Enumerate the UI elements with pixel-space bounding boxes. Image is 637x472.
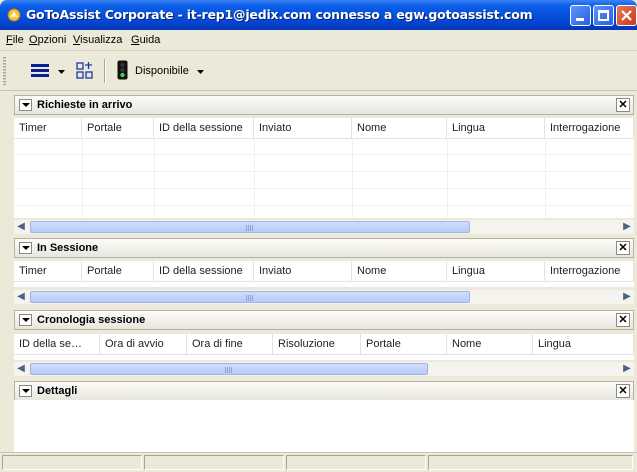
panel-close-button[interactable]: ✕: [616, 241, 630, 255]
column-header[interactable]: Portale: [82, 118, 154, 138]
toolbar: Disponibile: [0, 51, 637, 91]
title-bar[interactable]: GoToAssist Corporate - it-rep1@jedix.com…: [0, 0, 637, 30]
session-history-header: Cronologia sessione ✕: [14, 310, 634, 330]
horizontal-scrollbar[interactable]: ◀ ▶: [14, 220, 634, 234]
status-segment: [144, 455, 284, 470]
menu-file[interactable]: File: [6, 34, 24, 46]
toolbar-separator: [104, 59, 106, 83]
column-header[interactable]: Portale: [361, 334, 447, 354]
panel-title: In Sessione: [37, 242, 99, 254]
column-header[interactable]: Ora di fine: [187, 334, 273, 354]
column-header[interactable]: Nome: [447, 334, 533, 354]
column-header[interactable]: Interrogazione: [545, 118, 634, 138]
column-header[interactable]: Timer: [14, 118, 82, 138]
collapse-toggle-button[interactable]: [19, 99, 32, 111]
column-header[interactable]: Nome: [352, 118, 447, 138]
column-header[interactable]: Risoluzione: [273, 334, 361, 354]
column-header[interactable]: Lingua: [447, 261, 545, 281]
status-bar: [0, 452, 637, 472]
column-header[interactable]: Lingua: [533, 334, 634, 354]
column-headers: Timer Portale ID della sessione Inviato …: [14, 261, 634, 282]
queue-settings-icon[interactable]: [76, 62, 94, 80]
scroll-right-icon[interactable]: ▶: [620, 362, 634, 376]
close-icon: [621, 10, 632, 21]
in-session-grid: Timer Portale ID della sessione Inviato …: [14, 261, 634, 287]
column-header[interactable]: Portale: [82, 261, 154, 281]
status-segment: [286, 455, 426, 470]
toolbar-grip[interactable]: [3, 57, 6, 85]
status-segment: [428, 455, 633, 470]
incoming-requests-grid: Timer Portale ID della sessione Inviato …: [14, 118, 634, 218]
scroll-right-icon[interactable]: ▶: [620, 290, 634, 304]
panel-title: Dettagli: [37, 385, 78, 397]
status-segment: [2, 455, 142, 470]
incoming-requests-header: Richieste in arrivo ✕: [14, 95, 634, 115]
menu-opzioni[interactable]: Opzioni: [29, 34, 66, 46]
scroll-thumb[interactable]: [30, 221, 470, 233]
column-headers: Timer Portale ID della sessione Inviato …: [14, 118, 634, 139]
panel-close-button[interactable]: ✕: [616, 384, 630, 398]
availability-status[interactable]: Disponibile: [135, 65, 189, 77]
column-header[interactable]: Inviato: [254, 118, 352, 138]
details-header: Dettagli ✕: [14, 381, 634, 401]
close-window-button[interactable]: [616, 5, 637, 26]
panel-title: Richieste in arrivo: [37, 99, 133, 111]
collapse-toggle-button[interactable]: [19, 242, 32, 254]
scroll-thumb[interactable]: [30, 291, 470, 303]
column-header[interactable]: ID della sessione: [154, 118, 254, 138]
horizontal-scrollbar[interactable]: ◀ ▶: [14, 290, 634, 304]
panel-close-button[interactable]: ✕: [616, 98, 630, 112]
minimize-button[interactable]: [570, 5, 591, 26]
column-header[interactable]: Ora di avvio: [100, 334, 187, 354]
window-title: GoToAssist Corporate - it-rep1@jedix.com…: [26, 7, 533, 22]
scroll-right-icon[interactable]: ▶: [620, 220, 634, 234]
column-header[interactable]: ID della sessione: [154, 261, 254, 281]
column-header[interactable]: Inviato: [254, 261, 352, 281]
panel-close-button[interactable]: ✕: [616, 313, 630, 327]
collapse-toggle-button[interactable]: [19, 314, 32, 326]
maximize-button[interactable]: [593, 5, 614, 26]
empty-rows: [14, 138, 634, 218]
collapse-toggle-button[interactable]: [19, 385, 32, 397]
status-dropdown-arrow-icon[interactable]: [197, 70, 204, 74]
scroll-thumb[interactable]: [30, 363, 428, 375]
column-header[interactable]: Interrogazione: [545, 261, 634, 281]
menu-bar: File Opzioni Visualizza Guida: [0, 30, 637, 51]
panel-title: Cronologia sessione: [37, 314, 146, 326]
scroll-left-icon[interactable]: ◀: [14, 362, 28, 376]
view-list-icon[interactable]: [31, 64, 49, 78]
column-header[interactable]: Lingua: [447, 118, 545, 138]
column-header[interactable]: Nome: [352, 261, 447, 281]
column-header[interactable]: Timer: [14, 261, 82, 281]
dropdown-arrow-icon[interactable]: [58, 70, 65, 74]
scroll-left-icon[interactable]: ◀: [14, 290, 28, 304]
scroll-left-icon[interactable]: ◀: [14, 220, 28, 234]
in-session-header: In Sessione ✕: [14, 238, 634, 258]
column-headers: ID della se… Ora di avvio Ora di fine Ri…: [14, 334, 634, 355]
horizontal-scrollbar[interactable]: ◀ ▶: [14, 362, 634, 376]
session-history-grid: ID della se… Ora di avvio Ora di fine Ri…: [14, 334, 634, 360]
menu-visualizza[interactable]: Visualizza: [73, 34, 122, 46]
menu-guida[interactable]: Guida: [131, 34, 160, 46]
details-content: [14, 400, 634, 452]
traffic-light-icon[interactable]: [117, 60, 128, 80]
gotoassist-logo-icon: [7, 8, 21, 22]
column-header[interactable]: ID della se…: [14, 334, 100, 354]
